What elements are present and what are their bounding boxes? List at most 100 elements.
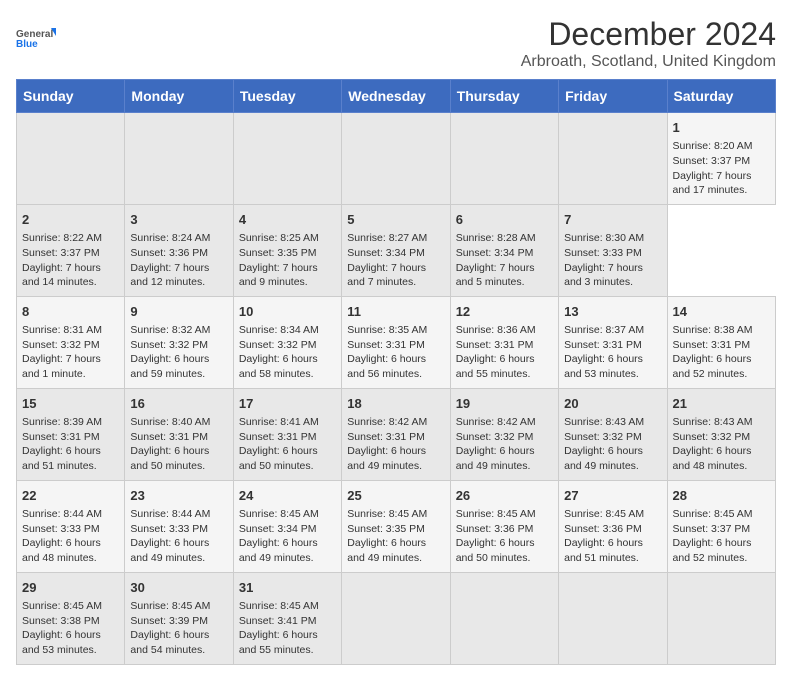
- calendar-cell: 29 Sunrise: 8:45 AM Sunset: 3:38 PM Dayl…: [17, 572, 125, 664]
- sunrise-time: Sunrise: 8:45 AM: [130, 600, 210, 612]
- sunrise-time: Sunrise: 8:42 AM: [456, 416, 536, 428]
- calendar-table: Sunday Monday Tuesday Wednesday Thursday…: [16, 79, 776, 665]
- sunset-time: Sunset: 3:41 PM: [239, 615, 317, 627]
- sunset-time: Sunset: 3:37 PM: [22, 247, 100, 259]
- daylight-hours: Daylight: 6 hours and 48 minutes.: [673, 445, 752, 472]
- sunrise-time: Sunrise: 8:45 AM: [347, 508, 427, 520]
- calendar-cell: 14 Sunrise: 8:38 AM Sunset: 3:31 PM Dayl…: [667, 296, 775, 388]
- sunset-time: Sunset: 3:34 PM: [347, 247, 425, 259]
- calendar-cell: 1 Sunrise: 8:20 AM Sunset: 3:37 PM Dayli…: [667, 113, 775, 205]
- sunset-time: Sunset: 3:34 PM: [239, 523, 317, 535]
- header-row: Sunday Monday Tuesday Wednesday Thursday…: [17, 80, 776, 113]
- sunrise-time: Sunrise: 8:40 AM: [130, 416, 210, 428]
- daylight-hours: Daylight: 7 hours and 9 minutes.: [239, 262, 318, 289]
- calendar-cell: 31 Sunrise: 8:45 AM Sunset: 3:41 PM Dayl…: [233, 572, 341, 664]
- sunset-time: Sunset: 3:37 PM: [673, 523, 751, 535]
- day-number: 8: [22, 303, 119, 321]
- sunrise-time: Sunrise: 8:45 AM: [22, 600, 102, 612]
- sunset-time: Sunset: 3:32 PM: [22, 339, 100, 351]
- sunrise-time: Sunrise: 8:41 AM: [239, 416, 319, 428]
- daylight-hours: Daylight: 6 hours and 50 minutes.: [130, 445, 209, 472]
- col-sunday: Sunday: [17, 80, 125, 113]
- header: General Blue December 2024 Arbroath, Sco…: [16, 16, 776, 71]
- daylight-hours: Daylight: 7 hours and 7 minutes.: [347, 262, 426, 289]
- calendar-cell: 27 Sunrise: 8:45 AM Sunset: 3:36 PM Dayl…: [559, 480, 667, 572]
- day-number: 12: [456, 303, 553, 321]
- sunset-time: Sunset: 3:36 PM: [130, 247, 208, 259]
- day-number: 17: [239, 395, 336, 413]
- sunrise-time: Sunrise: 8:37 AM: [564, 324, 644, 336]
- daylight-hours: Daylight: 6 hours and 53 minutes.: [564, 353, 643, 380]
- day-number: 9: [130, 303, 227, 321]
- daylight-hours: Daylight: 6 hours and 52 minutes.: [673, 537, 752, 564]
- sunset-time: Sunset: 3:33 PM: [22, 523, 100, 535]
- daylight-hours: Daylight: 7 hours and 3 minutes.: [564, 262, 643, 289]
- calendar-cell: 18 Sunrise: 8:42 AM Sunset: 3:31 PM Dayl…: [342, 388, 450, 480]
- calendar-cell: [559, 572, 667, 664]
- calendar-week-row: 22 Sunrise: 8:44 AM Sunset: 3:33 PM Dayl…: [17, 480, 776, 572]
- svg-text:General: General: [16, 29, 53, 40]
- calendar-cell: 7 Sunrise: 8:30 AM Sunset: 3:33 PM Dayli…: [559, 204, 667, 296]
- col-monday: Monday: [125, 80, 233, 113]
- sunset-time: Sunset: 3:33 PM: [130, 523, 208, 535]
- calendar-week-row: 15 Sunrise: 8:39 AM Sunset: 3:31 PM Dayl…: [17, 388, 776, 480]
- calendar-week-row: 2 Sunrise: 8:22 AM Sunset: 3:37 PM Dayli…: [17, 204, 776, 296]
- logo-svg: General Blue: [16, 16, 56, 60]
- day-number: 27: [564, 487, 661, 505]
- daylight-hours: Daylight: 6 hours and 56 minutes.: [347, 353, 426, 380]
- day-number: 5: [347, 211, 444, 229]
- sunrise-time: Sunrise: 8:22 AM: [22, 232, 102, 244]
- calendar-cell: [667, 572, 775, 664]
- sunset-time: Sunset: 3:31 PM: [347, 339, 425, 351]
- calendar-cell: [450, 572, 558, 664]
- sunrise-time: Sunrise: 8:44 AM: [22, 508, 102, 520]
- calendar-cell: 15 Sunrise: 8:39 AM Sunset: 3:31 PM Dayl…: [17, 388, 125, 480]
- sunrise-time: Sunrise: 8:45 AM: [564, 508, 644, 520]
- sunset-time: Sunset: 3:31 PM: [239, 431, 317, 443]
- col-tuesday: Tuesday: [233, 80, 341, 113]
- sunrise-time: Sunrise: 8:36 AM: [456, 324, 536, 336]
- col-saturday: Saturday: [667, 80, 775, 113]
- sunrise-time: Sunrise: 8:34 AM: [239, 324, 319, 336]
- daylight-hours: Daylight: 6 hours and 49 minutes.: [347, 445, 426, 472]
- calendar-cell: 13 Sunrise: 8:37 AM Sunset: 3:31 PM Dayl…: [559, 296, 667, 388]
- daylight-hours: Daylight: 6 hours and 53 minutes.: [22, 629, 101, 656]
- day-number: 23: [130, 487, 227, 505]
- calendar-cell: 17 Sunrise: 8:41 AM Sunset: 3:31 PM Dayl…: [233, 388, 341, 480]
- calendar-cell: 25 Sunrise: 8:45 AM Sunset: 3:35 PM Dayl…: [342, 480, 450, 572]
- calendar-cell: 22 Sunrise: 8:44 AM Sunset: 3:33 PM Dayl…: [17, 480, 125, 572]
- sunrise-time: Sunrise: 8:28 AM: [456, 232, 536, 244]
- sunset-time: Sunset: 3:35 PM: [239, 247, 317, 259]
- day-number: 18: [347, 395, 444, 413]
- sunset-time: Sunset: 3:31 PM: [673, 339, 751, 351]
- sunrise-time: Sunrise: 8:20 AM: [673, 140, 753, 152]
- daylight-hours: Daylight: 6 hours and 50 minutes.: [239, 445, 318, 472]
- day-number: 16: [130, 395, 227, 413]
- calendar-cell: 19 Sunrise: 8:42 AM Sunset: 3:32 PM Dayl…: [450, 388, 558, 480]
- day-number: 26: [456, 487, 553, 505]
- day-number: 28: [673, 487, 770, 505]
- calendar-cell: [450, 113, 558, 205]
- daylight-hours: Daylight: 6 hours and 59 minutes.: [130, 353, 209, 380]
- calendar-cell: 28 Sunrise: 8:45 AM Sunset: 3:37 PM Dayl…: [667, 480, 775, 572]
- day-number: 6: [456, 211, 553, 229]
- calendar-cell: [342, 113, 450, 205]
- sunrise-time: Sunrise: 8:43 AM: [564, 416, 644, 428]
- col-friday: Friday: [559, 80, 667, 113]
- daylight-hours: Daylight: 7 hours and 17 minutes.: [673, 170, 752, 197]
- daylight-hours: Daylight: 6 hours and 58 minutes.: [239, 353, 318, 380]
- sunrise-time: Sunrise: 8:45 AM: [239, 508, 319, 520]
- sunrise-time: Sunrise: 8:25 AM: [239, 232, 319, 244]
- sunset-time: Sunset: 3:32 PM: [456, 431, 534, 443]
- sunset-time: Sunset: 3:36 PM: [564, 523, 642, 535]
- calendar-cell: 24 Sunrise: 8:45 AM Sunset: 3:34 PM Dayl…: [233, 480, 341, 572]
- sunset-time: Sunset: 3:31 PM: [564, 339, 642, 351]
- calendar-cell: [342, 572, 450, 664]
- calendar-cell: 2 Sunrise: 8:22 AM Sunset: 3:37 PM Dayli…: [17, 204, 125, 296]
- sunrise-time: Sunrise: 8:39 AM: [22, 416, 102, 428]
- calendar-cell: [17, 113, 125, 205]
- day-number: 4: [239, 211, 336, 229]
- calendar-cell: 5 Sunrise: 8:27 AM Sunset: 3:34 PM Dayli…: [342, 204, 450, 296]
- sunrise-time: Sunrise: 8:27 AM: [347, 232, 427, 244]
- calendar-week-row: 1 Sunrise: 8:20 AM Sunset: 3:37 PM Dayli…: [17, 113, 776, 205]
